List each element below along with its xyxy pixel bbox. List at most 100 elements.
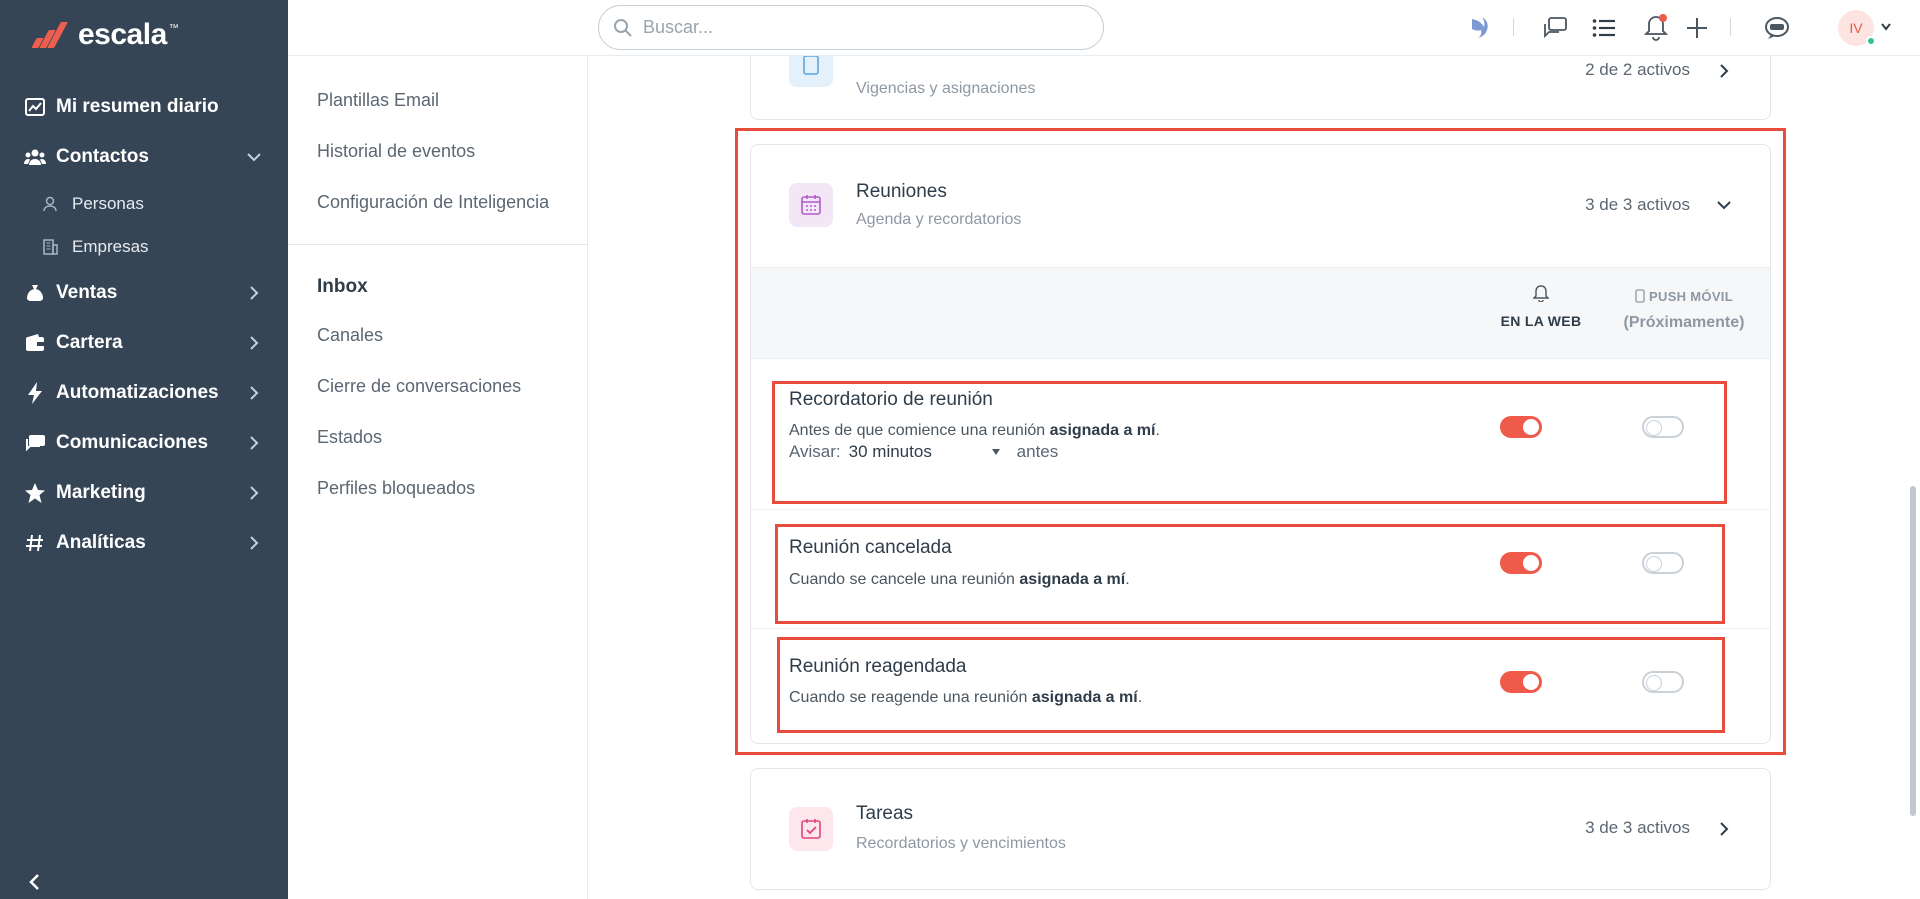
card-count: 2 de 2 activos (1585, 60, 1690, 79)
chevron-left-icon (29, 874, 39, 890)
submenu-link-historial-eventos[interactable]: Historial de eventos (317, 141, 475, 162)
chevron-down-icon (247, 153, 261, 162)
avisar-value: 30 minutos (848, 442, 932, 461)
row-description: Cuando se reagende una reunión asignada … (789, 689, 1143, 706)
caret-down-icon (991, 449, 1000, 455)
row-description: Antes de que comience una reunión asigna… (789, 422, 1160, 439)
card-subtitle: Agenda y recordatorios (856, 211, 1022, 228)
avisar-after: antes (1016, 442, 1059, 461)
user-avatar[interactable]: IV (1838, 10, 1876, 46)
chevron-right-icon[interactable] (1714, 61, 1734, 81)
scrollbar[interactable] (1910, 486, 1916, 816)
card-reuniones: Reuniones Agenda y recordatorios 3 de 3 … (750, 144, 1771, 744)
toggle-web-cancelada[interactable] (1500, 552, 1542, 574)
chevron-right-icon (250, 436, 259, 450)
avatar-initials: IV (1849, 20, 1863, 36)
notification-row: Reunión cancelada Cuando se cancele una … (751, 511, 1770, 629)
chevron-right-icon (250, 386, 259, 400)
sidebar-item-cartera[interactable]: Cartera (0, 318, 288, 368)
chevron-right-icon (250, 286, 259, 300)
toggle-push-reagendada[interactable] (1642, 671, 1684, 693)
support-chat-icon[interactable] (1762, 13, 1792, 43)
calendar-icon (789, 183, 833, 227)
wallet-icon (24, 332, 46, 354)
sidebar-item-contactos[interactable]: Contactos (0, 132, 288, 182)
card-subtitle: Vigencias y asignaciones (856, 80, 1036, 97)
chart-icon (24, 96, 46, 118)
card-subtitle: Recordatorios y vencimientos (856, 835, 1066, 852)
sidebar-item-resumen[interactable]: Mi resumen diario (0, 82, 288, 132)
search-box[interactable] (598, 5, 1104, 50)
calendar-check-icon (789, 807, 833, 851)
list-icon[interactable] (1589, 13, 1619, 43)
star-icon (24, 482, 46, 504)
sidebar-item-label: Analíticas (56, 532, 146, 553)
person-icon (42, 195, 60, 213)
sidebar-item-empresas[interactable]: Empresas (0, 225, 288, 268)
submenu-link-estados[interactable]: Estados (317, 427, 382, 448)
bolt-icon (24, 382, 46, 404)
chevron-right-icon (250, 486, 259, 500)
collapse-sidebar-button[interactable] (16, 865, 52, 899)
sidebar-item-label: Comunicaciones (56, 432, 209, 453)
sidebar-item-personas[interactable]: Personas (0, 182, 288, 225)
search-input[interactable] (643, 17, 1083, 38)
chevron-down-icon[interactable] (1714, 195, 1734, 215)
bell-icon (1532, 285, 1550, 303)
submenu-divider (288, 244, 588, 245)
submenu-link-perfiles-bloqueados[interactable]: Perfiles bloqueados (317, 478, 475, 499)
brand-tm: ™ (168, 22, 179, 34)
building-icon (42, 238, 60, 256)
bell-notification-icon[interactable] (1641, 13, 1671, 43)
hash-icon (24, 532, 46, 554)
sidebar-item-label: Automatizaciones (56, 382, 219, 403)
card-tareas[interactable]: Tareas Recordatorios y vencimientos 3 de… (750, 768, 1771, 890)
submenu-link-plantillas-email[interactable]: Plantillas Email (317, 90, 439, 111)
card-title: Reuniones (856, 181, 947, 202)
toggle-web-recordatorio[interactable] (1500, 416, 1542, 438)
column-web: EN LA WEB (1491, 284, 1591, 329)
card-reuniones-header[interactable]: Reuniones Agenda y recordatorios 3 de 3 … (751, 145, 1770, 265)
sidebar-item-comunicaciones[interactable]: Comunicaciones (0, 418, 288, 468)
avisar-label: Avisar: (789, 442, 841, 461)
card-previous: Vigencias y asignaciones 2 de 2 activos (750, 56, 1771, 120)
submenu-link-configuracion-inteligencia[interactable]: Configuración de Inteligencia (317, 192, 549, 213)
main-content: Vigencias y asignaciones 2 de 2 activos … (589, 56, 1920, 899)
column-push-label: PUSH MÓVIL (1649, 289, 1733, 304)
conversations-icon[interactable] (1540, 13, 1570, 43)
sidebar-item-ventas[interactable]: Ventas (0, 268, 288, 318)
row-title: Reunión reagendada (789, 656, 967, 677)
online-status-dot (1866, 36, 1876, 46)
sidebar-item-automatizaciones[interactable]: Automatizaciones (0, 368, 288, 418)
submenu-link-canales[interactable]: Canales (317, 325, 383, 346)
main-sidebar: escala ™ Mi resumen diario Contactos Pers… (0, 0, 288, 899)
toggle-push-cancelada[interactable] (1642, 552, 1684, 574)
toggle-web-reagendada[interactable] (1500, 671, 1542, 693)
row-title: Reunión cancelada (789, 537, 952, 558)
sidebar-item-analiticas[interactable]: Analíticas (0, 518, 288, 568)
submenu-link-cierre-conversaciones[interactable]: Cierre de conversaciones (317, 376, 521, 397)
money-bag-icon (24, 282, 46, 304)
toggle-push-recordatorio[interactable] (1642, 416, 1684, 438)
plus-icon[interactable] (1682, 13, 1712, 43)
chevron-down-icon[interactable] (1880, 22, 1892, 32)
mobile-phone-icon (1635, 289, 1645, 303)
contacts-icon (24, 146, 46, 168)
sidebar-item-marketing[interactable]: Marketing (0, 468, 288, 518)
bird-logo-icon[interactable] (1466, 13, 1496, 43)
card-count: 3 de 3 activos (1585, 818, 1690, 837)
row-description: Cuando se cancele una reunión asignada a… (789, 571, 1130, 588)
chevron-right-icon[interactable] (1714, 819, 1734, 839)
brand-logo[interactable]: escala ™ (30, 18, 179, 52)
sidebar-nav: Mi resumen diario Contactos Personas Emp… (0, 82, 288, 568)
sidebar-item-label: Ventas (56, 282, 118, 303)
chat-icon (24, 432, 46, 454)
sidebar-item-label: Cartera (56, 332, 123, 353)
avisar-select[interactable]: 30 minutos (849, 442, 1001, 462)
settings-submenu: Plantillas Email Historial de eventos Co… (288, 56, 588, 899)
column-push: PUSH MÓVIL (Próximamente) (1609, 289, 1759, 332)
top-bar: IV (288, 0, 1920, 56)
chevron-right-icon (250, 536, 259, 550)
sidebar-item-label: Marketing (56, 482, 146, 503)
chevron-right-icon (250, 336, 259, 350)
